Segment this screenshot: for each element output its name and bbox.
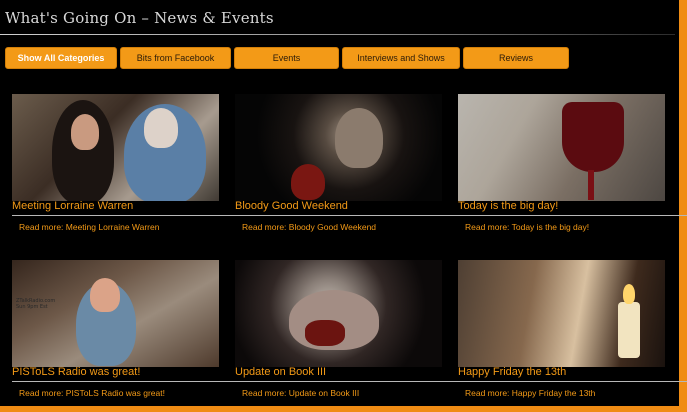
read-more-link[interactable]: Read more: Today is the big day! bbox=[465, 222, 589, 232]
read-more-link[interactable]: Read more: Bloody Good Weekend bbox=[242, 222, 376, 232]
page-title: What's Going On – News & Events bbox=[5, 9, 274, 27]
article-title[interactable]: Today is the big day! bbox=[458, 200, 558, 212]
filter-bits-from-facebook[interactable]: Bits from Facebook bbox=[120, 47, 231, 69]
article-divider bbox=[12, 215, 242, 216]
filter-events[interactable]: Events bbox=[234, 47, 339, 69]
article-title[interactable]: Update on Book III bbox=[235, 366, 326, 378]
orange-frame-right bbox=[679, 0, 687, 412]
article-divider bbox=[458, 381, 687, 382]
article-card: Update on Book III Read more: Update on … bbox=[235, 260, 465, 410]
article-thumbnail-today-is-the-big-day[interactable] bbox=[458, 94, 665, 201]
category-filter-bar: Show All Categories Bits from Facebook E… bbox=[5, 47, 569, 69]
read-more-link[interactable]: Read more: PISToLS Radio was great! bbox=[19, 388, 165, 398]
article-card: Bloody Good Weekend Read more: Bloody Go… bbox=[235, 94, 465, 244]
article-card: Today is the big day! Read more: Today i… bbox=[458, 94, 687, 244]
read-more-link[interactable]: Read more: Happy Friday the 13th bbox=[465, 388, 595, 398]
article-title[interactable]: Happy Friday the 13th bbox=[458, 366, 566, 378]
radio-overlay-text: ZTalkRadio.com Sun 9pm Est bbox=[16, 298, 56, 310]
article-divider bbox=[235, 381, 465, 382]
read-more-link[interactable]: Read more: Update on Book III bbox=[242, 388, 359, 398]
articles-grid: Meeting Lorraine Warren Read more: Meeti… bbox=[12, 94, 687, 410]
article-title[interactable]: Bloody Good Weekend bbox=[235, 200, 348, 212]
title-divider bbox=[0, 34, 675, 35]
article-card: Happy Friday the 13th Read more: Happy F… bbox=[458, 260, 687, 410]
article-title[interactable]: PISToLS Radio was great! bbox=[12, 366, 140, 378]
article-thumbnail-meeting-lorraine-warren[interactable] bbox=[12, 94, 219, 201]
read-more-link[interactable]: Read more: Meeting Lorraine Warren bbox=[19, 222, 159, 232]
article-thumbnail-bloody-good-weekend[interactable] bbox=[235, 94, 442, 201]
filter-reviews[interactable]: Reviews bbox=[463, 47, 569, 69]
article-card: ZTalkRadio.com Sun 9pm Est PISToLS Radio… bbox=[12, 260, 242, 410]
article-divider bbox=[12, 381, 242, 382]
article-thumbnail-happy-friday-the-13th[interactable] bbox=[458, 260, 665, 367]
article-card: Meeting Lorraine Warren Read more: Meeti… bbox=[12, 94, 242, 244]
article-divider bbox=[235, 215, 465, 216]
article-thumbnail-pistols-radio[interactable]: ZTalkRadio.com Sun 9pm Est bbox=[12, 260, 219, 367]
filter-interviews-and-shows[interactable]: Interviews and Shows bbox=[342, 47, 460, 69]
article-divider bbox=[458, 215, 687, 216]
filter-show-all-categories[interactable]: Show All Categories bbox=[5, 47, 117, 69]
article-title[interactable]: Meeting Lorraine Warren bbox=[12, 200, 133, 212]
article-thumbnail-update-on-book-iii[interactable] bbox=[235, 260, 442, 367]
